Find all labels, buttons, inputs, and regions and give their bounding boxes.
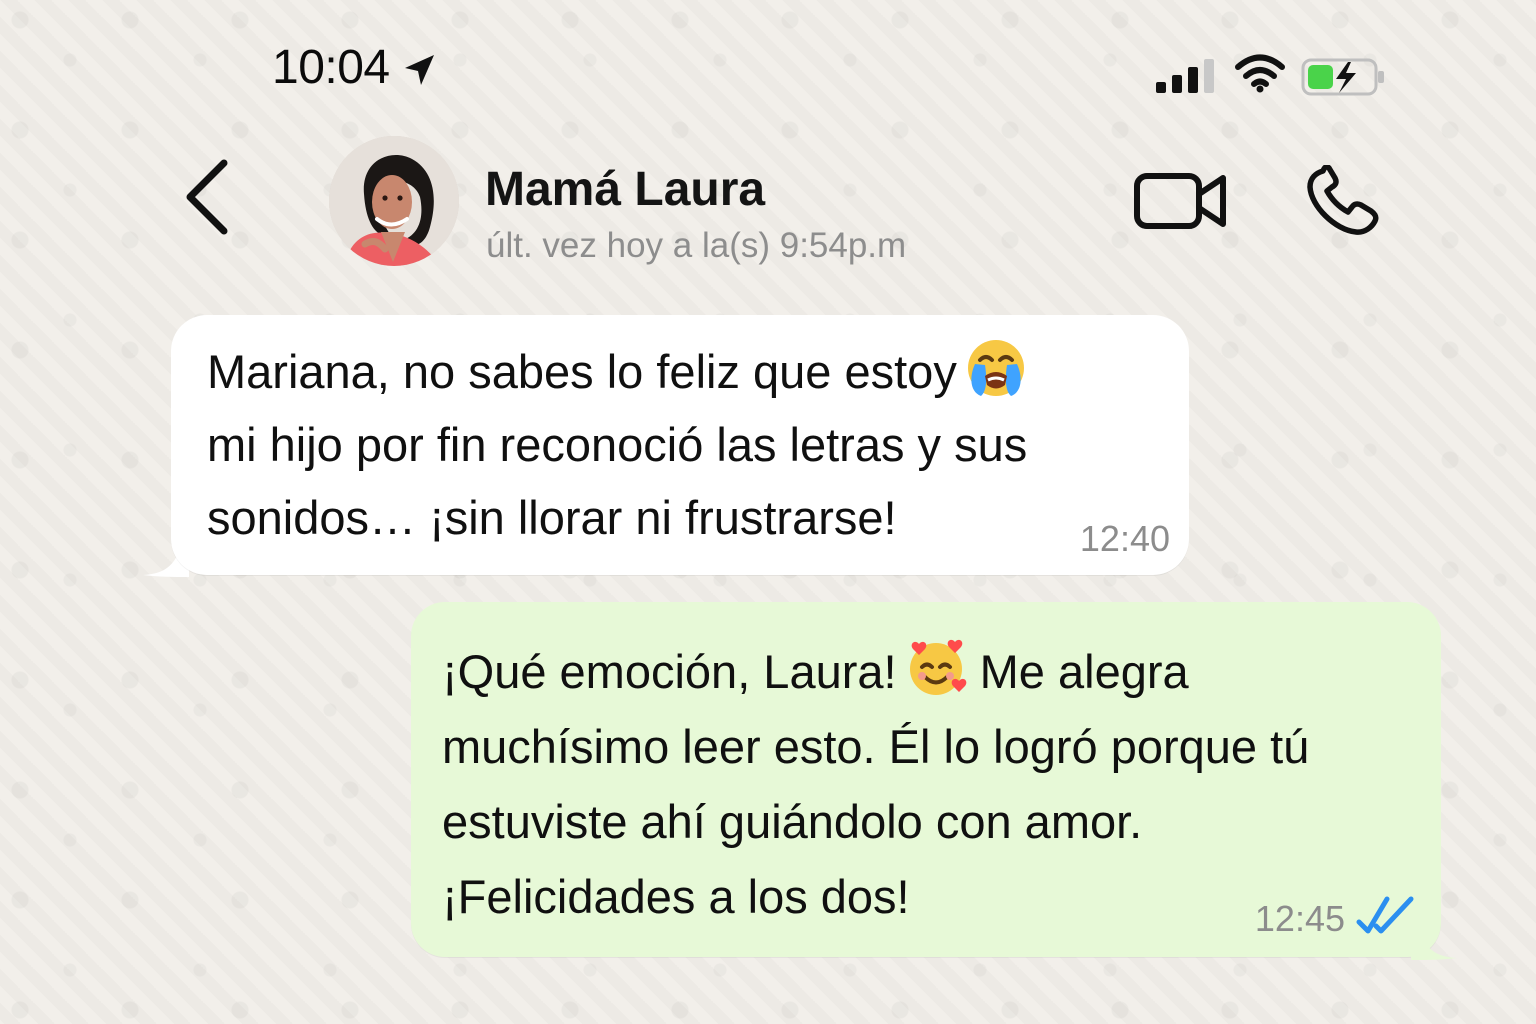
last-seen-status: últ. vez hoy a la(s) 9:54p.m	[486, 226, 907, 265]
outgoing-bubble-tail	[1411, 930, 1457, 960]
incoming-message-line-2: mi hijo por fin reconoció las letras y s…	[207, 418, 1028, 471]
status-bar: 10:04	[0, 0, 1536, 120]
loudly-crying-face-icon	[967, 340, 1024, 396]
incoming-message-time: 12:40	[1079, 518, 1170, 559]
location-arrow-icon	[405, 55, 434, 85]
chat-messages-area: Mariana, no sabes lo feliz que estoy mi …	[0, 305, 1536, 1024]
smiling-face-with-hearts-icon	[909, 639, 966, 695]
wifi-icon	[1235, 54, 1285, 93]
outgoing-message-line-2: muchísimo leer esto. Él lo logró porque …	[442, 720, 1310, 773]
contact-name[interactable]: Mamá Laura	[485, 162, 765, 217]
incoming-message-text: Mariana, no sabes lo feliz que estoy mi …	[207, 335, 1103, 554]
cellular-signal-icon	[1156, 59, 1214, 93]
status-time: 10:04	[272, 41, 390, 94]
contact-avatar[interactable]	[329, 136, 459, 266]
outgoing-message-text: ¡Qué emoción, Laura! Me alegra muchísimo …	[442, 634, 1401, 934]
outgoing-message-bubble[interactable]: ¡Qué emoción, Laura! Me alegra muchísimo …	[411, 602, 1441, 957]
incoming-message-line-1: Mariana, no sabes lo feliz que estoy	[207, 345, 957, 398]
video-call-button[interactable]	[1134, 168, 1228, 234]
battery-charging-icon	[1301, 58, 1384, 96]
outgoing-message-line-1-start: ¡Qué emoción, Laura!	[442, 645, 897, 698]
read-receipt-double-check-icon	[1356, 896, 1414, 934]
chat-header: Mamá Laura últ. vez hoy a la(s) 9:54p.m	[0, 120, 1536, 305]
outgoing-message-line-1-end: Me alegra	[979, 645, 1189, 698]
back-button[interactable]	[178, 157, 236, 237]
outgoing-message-line-3: estuviste ahí guiándolo con amor.	[442, 795, 1143, 848]
outgoing-message-line-4: ¡Felicidades a los dos!	[442, 870, 910, 923]
incoming-message-bubble[interactable]: Mariana, no sabes lo feliz que estoy mi …	[171, 315, 1189, 575]
phone-call-button[interactable]	[1305, 165, 1383, 237]
incoming-message-line-3: sonidos… ¡sin llorar ni frustrarse!	[207, 491, 897, 544]
outgoing-message-time: 12:45	[1254, 898, 1345, 939]
